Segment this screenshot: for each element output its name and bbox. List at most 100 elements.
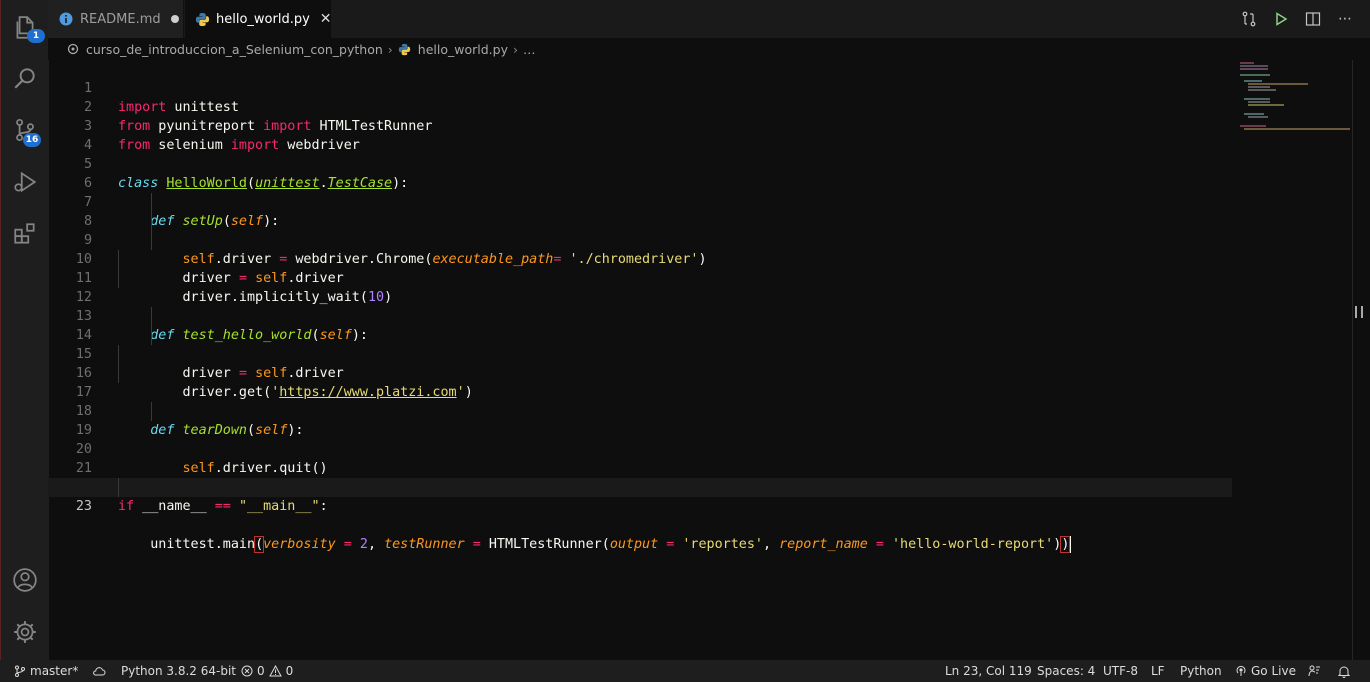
more-actions-icon[interactable]: ⋯	[1336, 10, 1354, 28]
encoding[interactable]: UTF-8	[1103, 660, 1138, 682]
code-line: 12	[48, 269, 1232, 305]
warning-count: 0	[285, 664, 294, 678]
notifications-button[interactable]	[1338, 660, 1354, 682]
editor-actions: ⋯	[1240, 0, 1354, 38]
search-button[interactable]	[1, 54, 49, 102]
close-icon[interactable]: ✕	[320, 11, 332, 27]
indentation-label: Spaces: 4	[1037, 664, 1096, 678]
feedback-icon	[1308, 665, 1320, 677]
sync-cloud-icon	[93, 667, 106, 676]
code-line: 7 def setUp(self):	[48, 174, 1232, 229]
language-label: Python	[1180, 664, 1222, 678]
activity-bar: 1 16	[0, 0, 49, 660]
breadcrumb: curso_de_introduccion_a_Selenium_con_pyt…	[48, 38, 1370, 60]
scrollbar-track[interactable]	[1352, 60, 1353, 660]
unsaved-dot-icon[interactable]	[170, 15, 179, 23]
explorer-badge: 1	[27, 29, 45, 43]
folder-circle-icon	[66, 42, 80, 56]
bell-icon	[1338, 666, 1350, 678]
gear-icon	[14, 621, 36, 643]
code-line: 9 driver = self.driver	[48, 212, 1232, 286]
code-line: 2 from pyunitreport import HTMLTestRunne…	[48, 79, 1232, 134]
chevron-right-icon: ›	[387, 41, 393, 57]
tab-bar: README.md hello_world.py ✕ ⋯	[48, 0, 1370, 38]
code-line: 8 self.driver = webdriver.Chrome(executa…	[48, 193, 1232, 267]
breadcrumb-folder[interactable]: curso_de_introduccion_a_Selenium_con_pyt…	[86, 42, 383, 57]
error-icon	[241, 665, 253, 677]
scm-badge: 16	[23, 133, 41, 147]
bracket-match: (	[254, 536, 265, 553]
git-branch-status[interactable]: master*	[14, 660, 78, 682]
go-live-button[interactable]: Go Live	[1235, 660, 1296, 682]
code-token: :	[319, 499, 328, 514]
code-token: unittest.main	[150, 537, 256, 552]
search-icon	[14, 68, 35, 89]
tab-label: README.md	[80, 11, 161, 27]
status-bar: master* Python 3.8.2 64-bit 0 0 Ln 23, C…	[0, 660, 1370, 682]
code-token: verbosity	[263, 537, 336, 552]
run-file-icon[interactable]	[1272, 10, 1290, 28]
split-editor-icon[interactable]	[1304, 10, 1322, 28]
code-editor[interactable]: 1 import unittest 2 from pyunitreport im…	[48, 60, 1232, 660]
code-line: 17	[48, 364, 1232, 400]
code-line: 22 if __name__ == "__main__":	[48, 459, 1232, 514]
code-token: report_name	[779, 537, 868, 552]
git-branch-icon	[15, 665, 25, 677]
code-token: output	[609, 537, 659, 552]
bracket-match: )	[1060, 536, 1071, 553]
code-line: 16	[48, 345, 1232, 381]
tab-hello-world[interactable]: hello_world.py ✕	[185, 0, 332, 38]
code-token: "__main__"	[238, 499, 320, 514]
code-token: 2	[359, 537, 368, 552]
compare-changes-icon[interactable]	[1240, 10, 1258, 28]
code-line: 10 driver.implicitly_wait(10)	[48, 231, 1232, 305]
python-interpreter[interactable]: Python 3.8.2 64-bit	[121, 660, 236, 682]
code-token: ,	[763, 537, 780, 552]
code-token: 'hello-world-report'	[892, 537, 1054, 552]
code-line: 21	[48, 440, 1232, 476]
code-line: 5 class HelloWorld(unittest.TestCase):	[48, 136, 1232, 191]
code-line: 19 self.driver.quit()	[48, 402, 1232, 476]
interpreter-label: Python 3.8.2 64-bit	[121, 664, 237, 678]
minimap[interactable]	[1232, 60, 1352, 140]
scrollbar-thumb[interactable]	[1355, 306, 1363, 318]
code-token: ==	[214, 499, 231, 514]
debug-icon	[14, 171, 37, 193]
accounts-button[interactable]	[1, 556, 49, 604]
eol-label: LF	[1151, 664, 1165, 678]
indentation[interactable]: Spaces: 4	[1037, 660, 1095, 682]
line-number: 23	[75, 499, 92, 514]
sync-status[interactable]	[92, 660, 110, 682]
chevron-right-icon: ›	[512, 41, 518, 57]
code-line: 20	[48, 421, 1232, 457]
cursor-position[interactable]: Ln 23, Col 119	[945, 660, 1032, 682]
end-of-line[interactable]: LF	[1151, 660, 1165, 682]
code-token: =	[867, 537, 892, 552]
breadcrumb-file[interactable]: hello_world.py	[418, 42, 508, 57]
language-mode[interactable]: Python	[1180, 660, 1222, 682]
feedback-button[interactable]	[1307, 660, 1325, 682]
code-token: testRunner	[384, 537, 465, 552]
problems-status[interactable]: 0 0	[241, 660, 293, 682]
code-line-current: 23 unittest.main(verbosity = 2, testRunn…	[48, 478, 1232, 553]
encoding-label: UTF-8	[1103, 664, 1138, 678]
breadcrumb-more[interactable]: …	[523, 42, 536, 57]
code-line: 18 def tearDown(self):	[48, 383, 1232, 438]
code-line: 15 driver.get('https://www.platzi.com')	[48, 326, 1232, 400]
manage-button[interactable]	[1, 608, 49, 656]
python-icon	[398, 42, 412, 56]
code-line: 4	[48, 117, 1232, 153]
run-debug-button[interactable]	[1, 158, 49, 206]
error-count: 0	[257, 664, 265, 678]
source-control-button[interactable]: 16	[1, 106, 49, 154]
code-token: =	[335, 537, 360, 552]
explorer-button[interactable]: 1	[1, 4, 49, 52]
extensions-button[interactable]	[1, 210, 49, 258]
code-token: =	[658, 537, 683, 552]
code-line: 11	[48, 250, 1232, 286]
tab-label: hello_world.py	[216, 11, 310, 27]
go-live-label: Go Live	[1251, 664, 1296, 678]
tab-readme[interactable]: README.md	[48, 0, 184, 38]
info-icon	[58, 11, 74, 27]
